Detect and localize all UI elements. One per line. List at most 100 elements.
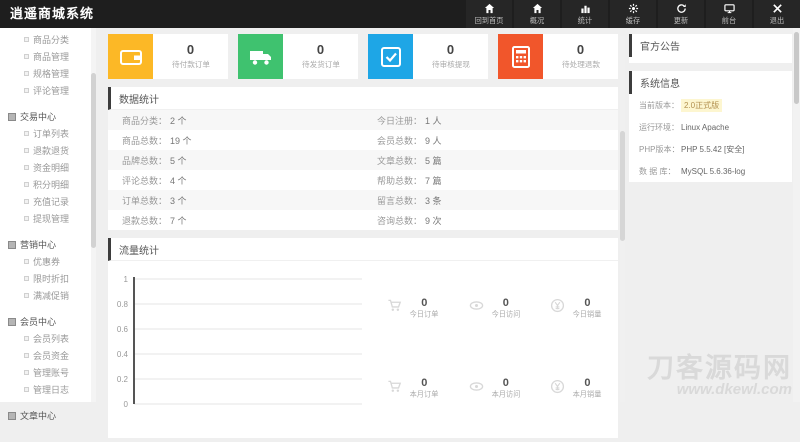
card-pending-refund[interactable]: 0 待处理退款 bbox=[498, 34, 618, 79]
folder-icon bbox=[8, 411, 16, 420]
eye-icon bbox=[469, 298, 490, 318]
bullet-icon bbox=[24, 131, 29, 136]
sidebar-item-spec-manage[interactable]: 规格管理 bbox=[0, 65, 96, 82]
main-scrollbar[interactable] bbox=[620, 36, 625, 402]
app-logo: 逍遥商城系统 bbox=[10, 6, 95, 21]
nav-overview[interactable]: 概况 bbox=[514, 0, 560, 28]
cart-icon bbox=[387, 379, 408, 399]
panel-title: 数据统计 bbox=[108, 87, 618, 110]
sidebar-item-admin-account[interactable]: 管理账号 bbox=[0, 364, 96, 381]
nav-cache[interactable]: 缓存 bbox=[610, 0, 656, 28]
nav-refresh[interactable]: 更新 bbox=[658, 0, 704, 28]
mini-stat-value: 0 bbox=[502, 377, 509, 390]
stat-value: 9 次 bbox=[425, 215, 442, 226]
sidebar-scrollbar-thumb[interactable] bbox=[91, 73, 96, 248]
sidebar-item-flash-sale[interactable]: 限时折扣 bbox=[0, 270, 96, 287]
sidebar-item-label: 管理日志 bbox=[33, 385, 70, 395]
bullet-icon bbox=[24, 370, 29, 375]
sidebar-item-label: 满减促销 bbox=[33, 291, 70, 301]
bullet-icon bbox=[24, 199, 29, 204]
colon: ： bbox=[158, 175, 168, 186]
mini-stat-label: 本月订单 bbox=[409, 390, 439, 399]
sidebar-section-trade[interactable]: 交易中心 bbox=[0, 108, 96, 125]
stat-label: 退款总数 bbox=[122, 215, 159, 226]
stat-value: 2 个 bbox=[170, 115, 187, 126]
cart-icon bbox=[387, 298, 408, 318]
card-body: 0 待处理退款 bbox=[543, 34, 618, 79]
mini-stat-today-visits: 0 今日访问 bbox=[455, 297, 537, 320]
sidebar-item-label: 规格管理 bbox=[33, 69, 70, 79]
stats-row: 商品分类： 2 个 今日注册： 1 人 bbox=[108, 110, 618, 130]
card-body: 0 待付款订单 bbox=[153, 34, 228, 79]
stat-label: 咨询总数 bbox=[377, 215, 414, 226]
mini-stat-month-sales: 0 本月销量 bbox=[536, 377, 618, 400]
sidebar-item-goods-manage[interactable]: 商品管理 bbox=[0, 48, 96, 65]
nav-frontend[interactable]: 前台 bbox=[706, 0, 752, 28]
sidebar-item-label: 商品分类 bbox=[33, 35, 70, 45]
bullet-icon bbox=[24, 216, 29, 221]
panel-title: 流量统计 bbox=[108, 238, 618, 261]
card-label: 待付款订单 bbox=[171, 60, 210, 69]
sidebar-item-recharge-record[interactable]: 充值记录 bbox=[0, 193, 96, 210]
sidebar-item-promo[interactable]: 满减促销 bbox=[0, 287, 96, 304]
info-row-php: PHP版本： PHP 5.5.42 [安全] bbox=[629, 138, 792, 160]
sidebar-section-article[interactable]: 文章中心 bbox=[0, 407, 96, 424]
window-scrollbar-thumb[interactable] bbox=[794, 32, 799, 104]
sidebar-item-label: 限时折扣 bbox=[33, 274, 70, 284]
nav-home[interactable]: 回到首页 bbox=[466, 0, 512, 28]
watermark-site-name: 刀客源码网 bbox=[647, 353, 792, 383]
sidebar-item-label: 商品管理 bbox=[33, 52, 70, 62]
bullet-icon bbox=[24, 336, 29, 341]
sidebar-item-admin-log[interactable]: 管理日志 bbox=[0, 381, 96, 398]
sidebar-scrollbar[interactable] bbox=[91, 28, 96, 402]
bullet-icon bbox=[24, 353, 29, 358]
stat-value: 7 篇 bbox=[425, 175, 442, 186]
nav-logout[interactable]: 退出 bbox=[754, 0, 800, 28]
sidebar-item-member-list[interactable]: 会员列表 bbox=[0, 330, 96, 347]
window-scrollbar[interactable] bbox=[793, 28, 800, 402]
stat-label: 文章总数 bbox=[377, 155, 414, 166]
info-value: Linux Apache bbox=[681, 122, 730, 132]
sidebar-item-member-fund[interactable]: 会员资金 bbox=[0, 347, 96, 364]
sidebar-item-order-list[interactable]: 订单列表 bbox=[0, 125, 96, 142]
sidebar-section-marketing[interactable]: 营销中心 bbox=[0, 236, 96, 253]
section-title: 营销中心 bbox=[20, 240, 57, 250]
sidebar-item-goods-category[interactable]: 商品分类 bbox=[0, 31, 96, 48]
info-value: PHP 5.5.42 [安全] bbox=[681, 144, 745, 154]
card-pending-shipment[interactable]: 0 待发货订单 bbox=[238, 34, 358, 79]
colon: ： bbox=[413, 115, 423, 126]
nav-label: 统计 bbox=[577, 15, 593, 25]
card-value: 0 bbox=[316, 42, 325, 57]
right-column: 官方公告 系统信息 当前版本： 2.0正式版 运行环境： Linux Apach… bbox=[629, 34, 792, 190]
colon: ： bbox=[413, 175, 423, 186]
sidebar-section-member[interactable]: 会员中心 bbox=[0, 313, 96, 330]
nav-stats[interactable]: 统计 bbox=[562, 0, 608, 28]
card-pending-payment[interactable]: 0 待付款订单 bbox=[108, 34, 228, 79]
info-label: 当前版本： bbox=[639, 100, 679, 110]
colon: ： bbox=[158, 155, 168, 166]
sidebar-item-points-detail[interactable]: 积分明细 bbox=[0, 176, 96, 193]
version-value: 2.0正式版 bbox=[681, 98, 723, 112]
sidebar: 商品分类 商品管理 规格管理 评论管理 交易中心 订单列表 退款退货 资金明细 … bbox=[0, 28, 96, 421]
card-pending-audit[interactable]: 0 待审核提现 bbox=[368, 34, 488, 79]
sidebar-item-refund[interactable]: 退款退货 bbox=[0, 142, 96, 159]
sidebar-item-coupon[interactable]: 优惠券 bbox=[0, 253, 96, 270]
mini-stat-value: 0 bbox=[421, 296, 428, 309]
monitor-icon bbox=[723, 3, 735, 14]
announcement-panel: 官方公告 bbox=[629, 34, 792, 63]
bullet-icon bbox=[24, 276, 29, 281]
bullet-icon bbox=[24, 88, 29, 93]
stat-value: 5 篇 bbox=[425, 155, 442, 166]
stat-cards: 0 待付款订单 0 待发货订单 0 待审核提现 0 待处理退款 bbox=[108, 34, 618, 79]
info-label: 数 据 库： bbox=[639, 166, 676, 176]
main-scrollbar-thumb[interactable] bbox=[620, 131, 625, 241]
sidebar-item-withdraw-manage[interactable]: 提现管理 bbox=[0, 210, 96, 227]
stats-row: 评论总数： 4 个 帮助总数： 7 篇 bbox=[108, 170, 618, 190]
sidebar-item-comment-manage[interactable]: 评论管理 bbox=[0, 82, 96, 99]
info-row-environment: 运行环境： Linux Apache bbox=[629, 116, 792, 138]
coin-icon bbox=[550, 379, 571, 399]
sidebar-item-fund-detail[interactable]: 资金明细 bbox=[0, 159, 96, 176]
colon: ： bbox=[413, 215, 423, 226]
colon: ： bbox=[413, 155, 423, 166]
card-body: 0 待审核提现 bbox=[413, 34, 488, 79]
